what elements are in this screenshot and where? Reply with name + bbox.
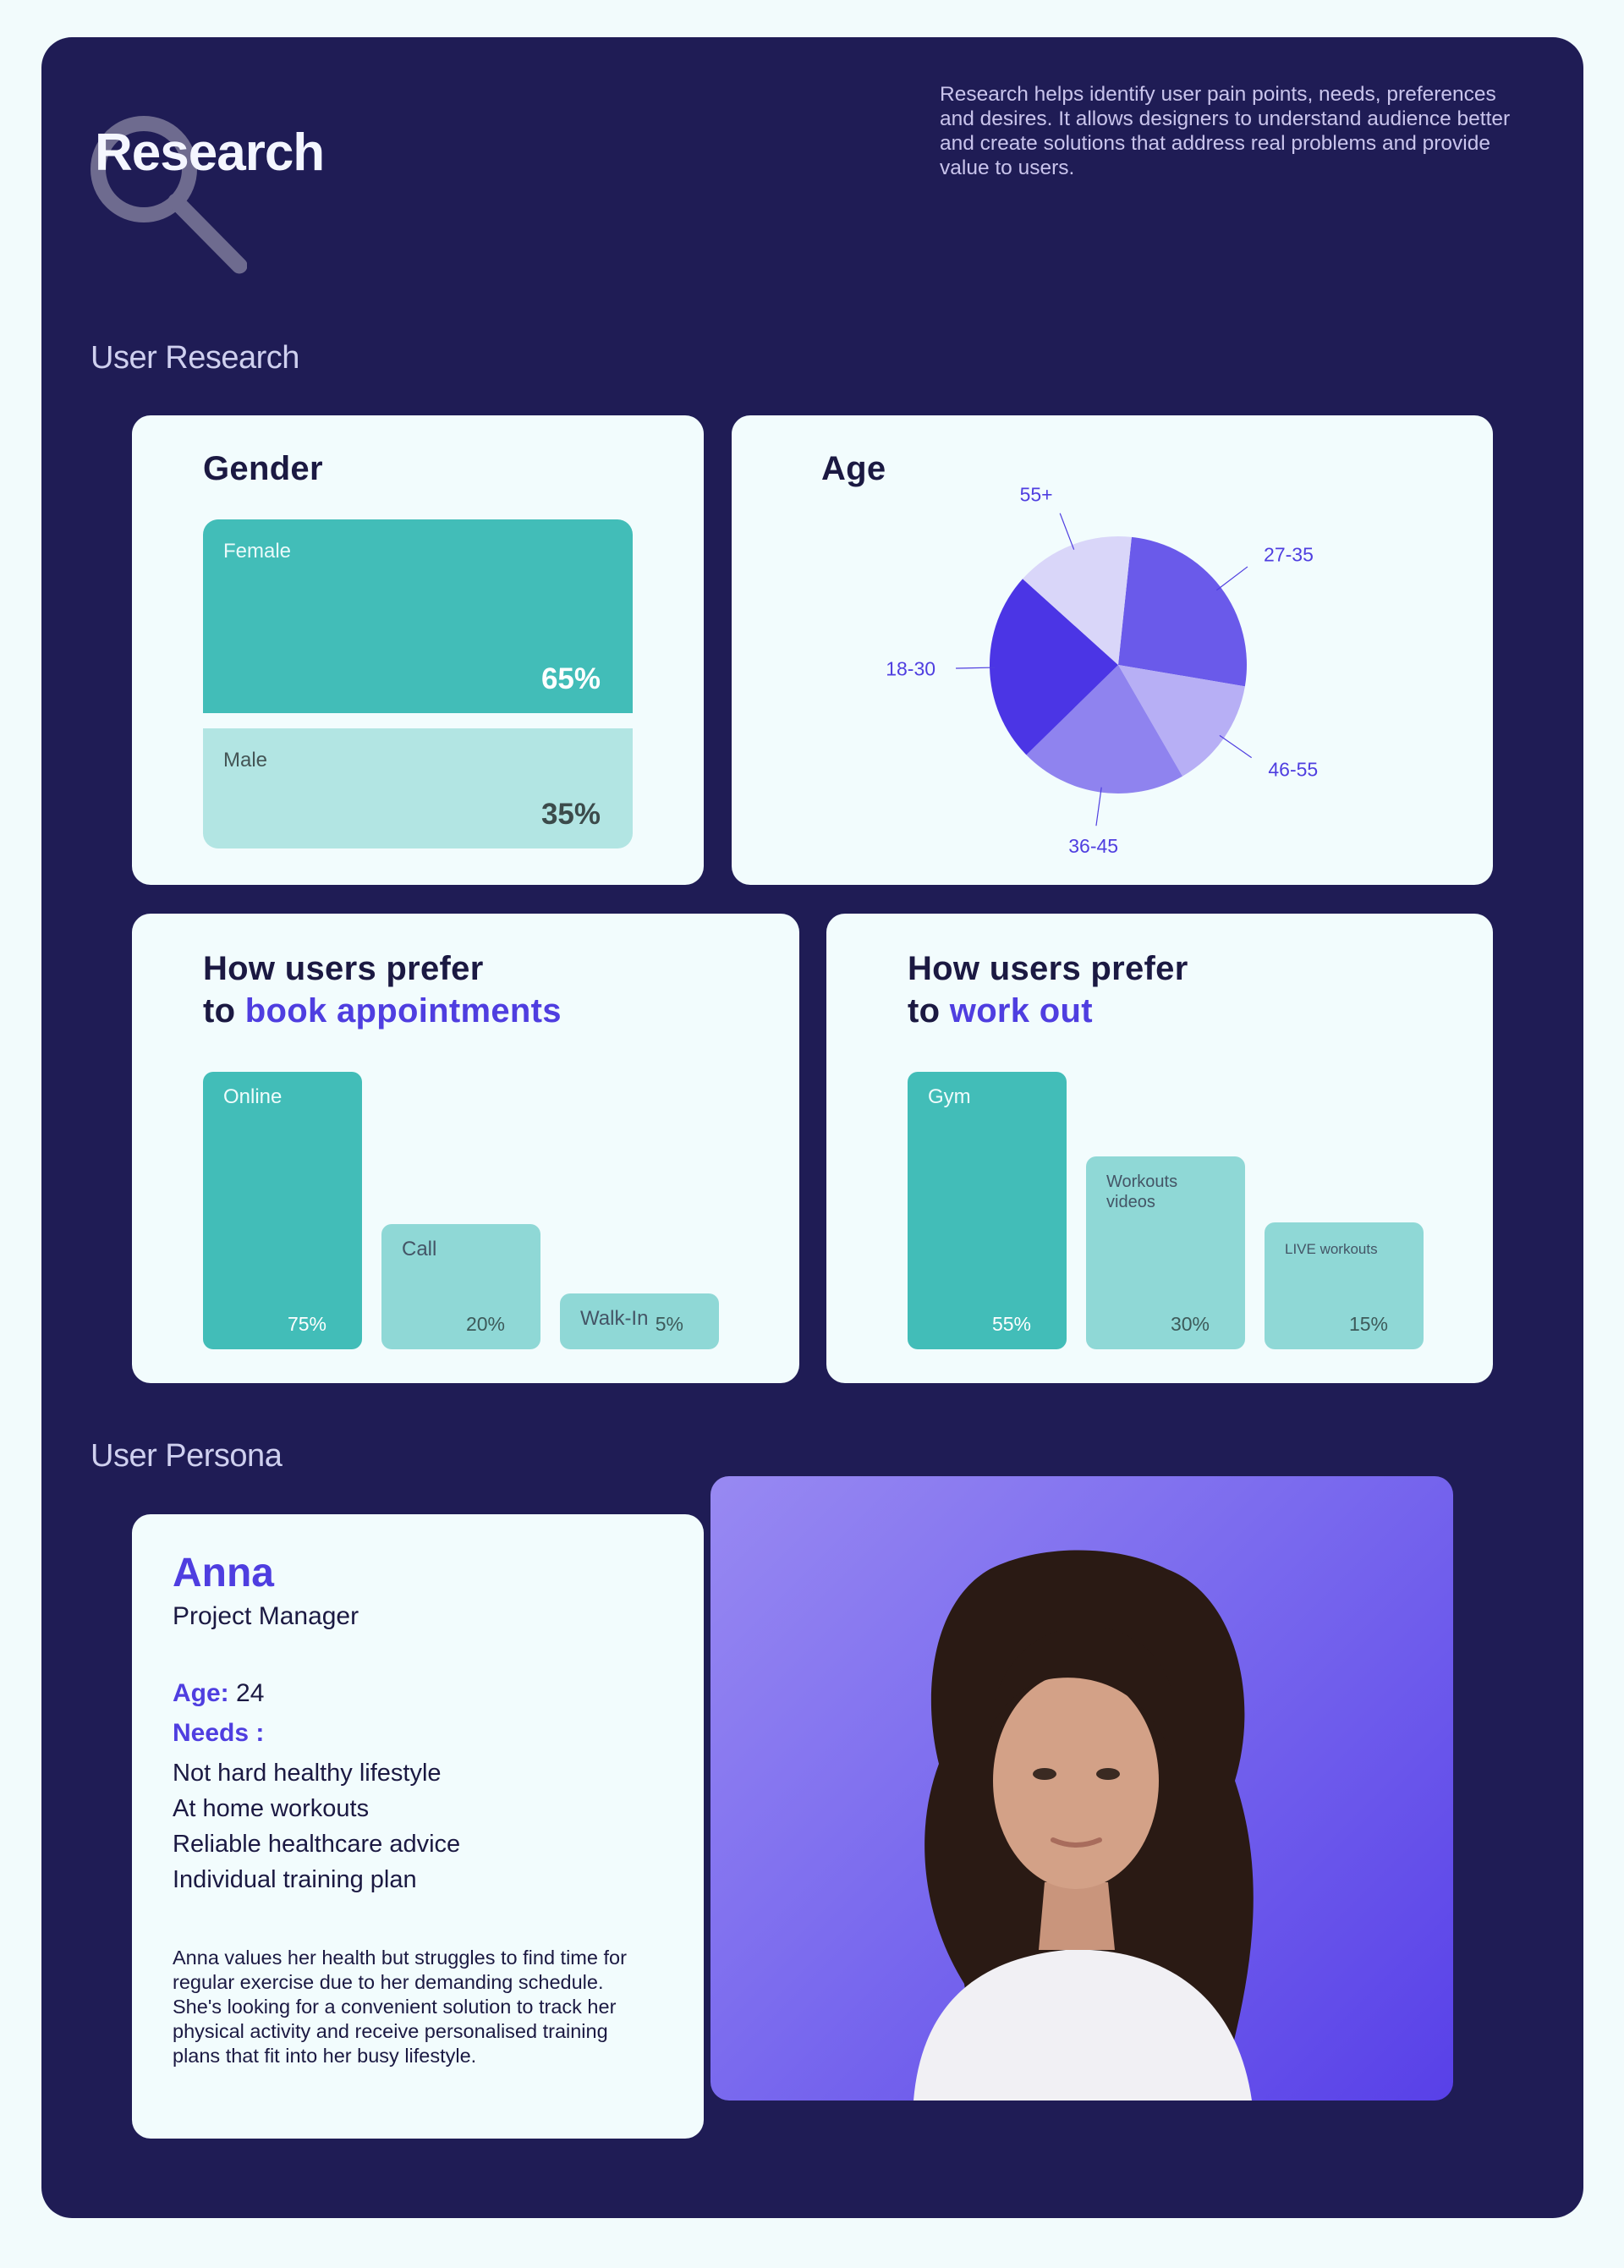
female-value: 65% xyxy=(540,662,601,695)
need-item: At home workouts xyxy=(173,1795,370,1822)
workout-title: How users prefer to work out xyxy=(908,950,1188,1030)
pie-leader-line xyxy=(1219,734,1253,759)
persona-card: Anna Project Manager Age: 24 Needs : Not… xyxy=(132,1514,704,2139)
persona-role: Project Manager xyxy=(173,1602,359,1630)
female-label: Female xyxy=(223,540,292,563)
age-card: Age 27-35 46-55 36-45 18-30 55+ xyxy=(732,415,1493,885)
pie-leader-line xyxy=(956,667,996,669)
user-persona-heading: User Persona xyxy=(91,1438,283,1474)
appointments-title-accent: book appointments xyxy=(244,992,562,1030)
pie-leader-line xyxy=(1059,513,1075,550)
bar-walk-in: Walk-In 5% xyxy=(560,1293,719,1349)
need-item: Not hard healthy lifestyle xyxy=(173,1760,442,1787)
bar-value: 55% xyxy=(991,1313,1031,1335)
appointments-card: How users prefer to book appointments On… xyxy=(132,914,799,1383)
gender-title: Gender xyxy=(203,450,323,487)
bar-live-workouts: LIVE workouts 15% xyxy=(1265,1222,1424,1349)
male-bar: Male 35% xyxy=(203,728,633,848)
bar-label: Online xyxy=(223,1085,283,1108)
pie-leader-line xyxy=(1215,566,1248,591)
bar-value: 20% xyxy=(465,1313,505,1335)
pie-label: 46-55 xyxy=(1268,758,1318,780)
pie-label: 27-35 xyxy=(1264,543,1314,565)
bar-workouts-videos: Workouts videos 30% xyxy=(1086,1156,1245,1349)
bar-online: Online 75% xyxy=(203,1072,362,1349)
bar-label: LIVE workouts xyxy=(1285,1241,1378,1257)
bar-value: 5% xyxy=(655,1313,683,1335)
workout-card: How users prefer to work out Gym 55% Worko… xyxy=(826,914,1493,1383)
pie-label: 36-45 xyxy=(1068,835,1118,857)
pie-label: 55+ xyxy=(1020,483,1053,505)
user-research-heading: User Research xyxy=(91,340,299,376)
page-description: Research helps identify user pain points… xyxy=(940,83,1511,179)
bar-label: Gym xyxy=(928,1085,971,1108)
bar-value: 75% xyxy=(287,1313,326,1335)
need-item: Reliable healthcare advice xyxy=(173,1831,461,1858)
gender-card: Gender Female 65% Male 35% xyxy=(132,415,704,885)
pie-label: 18-30 xyxy=(886,658,935,680)
persona-portrait-illustration xyxy=(914,1550,1254,2101)
persona-age: Age: 24 xyxy=(173,1679,265,1707)
need-item: Individual training plan xyxy=(173,1866,417,1893)
pie-slice-27-35 xyxy=(1118,536,1247,687)
persona-needs-label: Needs : xyxy=(173,1719,265,1747)
male-label: Male xyxy=(223,749,268,772)
age-pie-chart: 27-35 46-55 36-45 18-30 55+ xyxy=(886,483,1318,857)
male-value: 35% xyxy=(540,798,601,831)
page-title: Research xyxy=(95,124,325,182)
appointments-title: How users prefer to book appointments xyxy=(203,950,562,1030)
bar-gym: Gym 55% xyxy=(908,1072,1067,1349)
bar-value: 30% xyxy=(1170,1313,1210,1335)
persona-photo xyxy=(710,1476,1453,2101)
needs-list: Not hard healthy lifestyle At home worko… xyxy=(173,1755,460,1897)
bar-label: Walk-In xyxy=(580,1307,649,1330)
workout-title-accent: work out xyxy=(949,992,1093,1030)
bar-value: 15% xyxy=(1348,1313,1388,1335)
persona-name: Anna xyxy=(173,1551,274,1595)
bar-call: Call 20% xyxy=(381,1224,540,1349)
female-bar: Female 65% xyxy=(203,519,633,713)
persona-bio: Anna values her health but struggles to … xyxy=(173,1947,627,2067)
bar-label: Call xyxy=(402,1238,437,1260)
pie-leader-line xyxy=(1095,787,1102,826)
bar-label: Workouts videos xyxy=(1106,1172,1178,1211)
